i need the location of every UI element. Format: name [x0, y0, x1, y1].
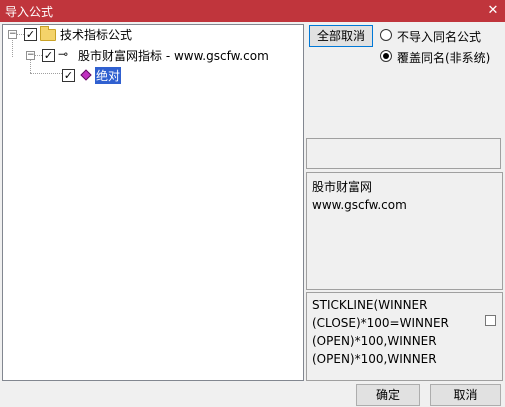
description-panel: 股市财富网 www.gscfw.com [306, 172, 503, 290]
radio-no-import[interactable] [380, 29, 392, 41]
expander-root[interactable]: − [8, 30, 17, 39]
radio-overwrite[interactable] [380, 50, 392, 62]
formula-text: STICKLINE(WINNER (CLOSE)*100=WINNER (OPE… [312, 298, 449, 366]
tree-node-root-label: 技术指标公式 [60, 28, 133, 42]
tree-connector [30, 73, 62, 74]
title-bar: 导入公式 ✕ [0, 0, 505, 22]
ok-button[interactable]: 确定 [356, 384, 420, 406]
child-checkbox[interactable]: ✓ [42, 49, 55, 62]
radio-no-import-label[interactable]: 不导入同名公式 [397, 28, 481, 45]
tree-connector [16, 34, 24, 35]
formula-panel: STICKLINE(WINNER (CLOSE)*100=WINNER (OPE… [306, 292, 503, 381]
tree-connector [34, 55, 42, 56]
cancel-all-button[interactable]: 全部取消 [309, 25, 373, 47]
leaf-checkbox[interactable]: ✓ [62, 69, 75, 82]
radio-overwrite-label[interactable]: 覆盖同名(非系统) [397, 49, 490, 66]
diamond-icon [80, 69, 92, 81]
blank-panel [306, 138, 501, 169]
folder-icon [40, 26, 56, 41]
formula-panel-checkbox[interactable] [485, 315, 496, 326]
cancel-button[interactable]: 取消 [430, 384, 501, 406]
window-title: 导入公式 [5, 5, 54, 19]
root-checkbox[interactable]: ✓ [24, 28, 37, 41]
description-text: 股市财富网 www.gscfw.com [312, 180, 407, 212]
formula-tree[interactable]: − ✓ 技术指标公式 − ✓ ⊸ 股市财富网指标 - www.gscfw.com… [2, 24, 304, 381]
expander-child[interactable]: − [26, 51, 35, 60]
key-icon: ⊸ [58, 47, 69, 61]
tree-node-leaf-label: 绝对 [95, 67, 122, 84]
close-icon[interactable]: ✕ [484, 1, 502, 20]
tree-node-child-label: 股市财富网指标 - www.gscfw.com [78, 49, 269, 63]
